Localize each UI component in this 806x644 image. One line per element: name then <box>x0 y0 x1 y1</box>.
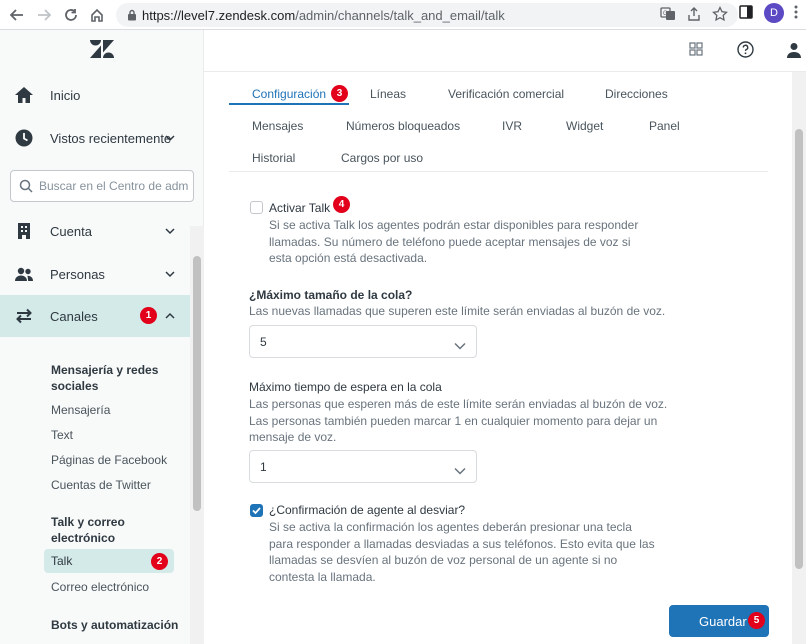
max-queue-select[interactable]: 5 <box>249 325 477 358</box>
max-wait-select[interactable]: 1 <box>249 450 477 483</box>
translate-icon[interactable]: G <box>660 6 676 25</box>
url-text: https://level7.zendesk.com/admin/channel… <box>142 7 505 23</box>
reload-icon[interactable] <box>58 2 84 28</box>
sidebar-item-channels[interactable]: Canales 1 <box>0 295 190 337</box>
tab-lineas[interactable]: Líneas <box>370 87 406 101</box>
tab-mensajes[interactable]: Mensajes <box>252 119 303 133</box>
enable-talk-label: Activar Talk <box>269 201 331 215</box>
people-icon <box>14 264 34 284</box>
step-badge: 5 <box>748 612 765 629</box>
chevron-down-icon <box>164 132 176 147</box>
sidebar-link-messaging[interactable]: Mensajería <box>51 403 110 417</box>
channels-arrows-icon <box>14 306 34 326</box>
sidebar-item-label: Cuenta <box>50 223 92 239</box>
tab-historial[interactable]: Historial <box>252 151 295 165</box>
main-scrollbar[interactable] <box>792 72 806 644</box>
chevron-down-icon <box>454 463 466 478</box>
max-queue-hint: Las nuevas llamadas que superen este lím… <box>249 304 666 318</box>
user-profile-icon[interactable] <box>787 42 801 61</box>
profile-avatar[interactable]: D <box>764 3 784 23</box>
more-options-icon[interactable] <box>794 4 798 23</box>
sidebar-scrollbar[interactable] <box>190 226 204 644</box>
home-icon <box>14 85 34 105</box>
admin-header <box>204 30 806 72</box>
step-badge: 2 <box>151 553 168 570</box>
search-icon <box>19 179 33 193</box>
sidebar-link-facebook[interactable]: Páginas de Facebook <box>51 453 167 467</box>
sidebar-item-label: Inicio <box>50 87 81 103</box>
section-heading-bots: Bots y automatización <box>51 618 179 632</box>
active-tab-indicator <box>229 103 349 105</box>
main-scrollbar-thumb[interactable] <box>795 129 803 569</box>
building-icon <box>14 221 34 241</box>
select-value: 1 <box>260 460 267 474</box>
save-button-label: Guardar <box>699 613 747 629</box>
sidebar-item-label: Vistos recientemente <box>50 130 172 146</box>
section-heading-messaging: Mensajería y redes sociales <box>51 363 159 393</box>
tab-widget[interactable]: Widget <box>566 119 603 133</box>
tab-ivr[interactable]: IVR <box>502 119 522 133</box>
side-panel-icon[interactable] <box>738 4 754 23</box>
step-badge: 3 <box>331 85 348 102</box>
address-bar[interactable]: https://level7.zendesk.com/admin/channel… <box>116 3 738 27</box>
enable-talk-hint: Si se activa Talk los agentes podrán est… <box>269 218 639 265</box>
enable-talk-checkbox[interactable] <box>250 201 263 214</box>
sidebar-scrollbar-thumb[interactable] <box>193 256 201 511</box>
chevron-up-icon <box>164 310 176 325</box>
share-icon[interactable] <box>686 6 702 25</box>
admin-sidebar: Inicio Vistos recientemente Cuenta Perso… <box>0 30 204 644</box>
clock-icon <box>14 128 34 148</box>
max-wait-label: Máximo tiempo de espera en la cola <box>249 380 442 394</box>
step-badge: 1 <box>140 307 157 324</box>
chevron-down-icon <box>454 338 466 353</box>
sidebar-link-label: Talk <box>51 554 73 568</box>
sidebar-link-email[interactable]: Correo electrónico <box>51 580 149 594</box>
back-icon[interactable] <box>4 2 30 28</box>
sidebar-item-home[interactable]: Inicio <box>0 74 190 116</box>
step-badge: 4 <box>333 196 350 213</box>
tab-verificacion-comercial[interactable]: Verificación comercial <box>448 87 564 101</box>
svg-text:G: G <box>663 11 668 17</box>
chevron-down-icon <box>164 225 176 240</box>
sidebar-item-people[interactable]: Personas <box>0 253 190 295</box>
search-input[interactable] <box>39 179 189 193</box>
sidebar-item-recent[interactable]: Vistos recientemente <box>0 117 190 159</box>
tab-configuracion[interactable]: Configuración <box>252 87 326 101</box>
zendesk-logo-icon[interactable] <box>90 40 114 61</box>
tabs-divider <box>229 171 768 172</box>
admin-search[interactable] <box>10 170 194 202</box>
home-browser-icon[interactable] <box>84 2 110 28</box>
select-value: 5 <box>260 335 267 349</box>
lock-icon[interactable] <box>122 9 142 21</box>
max-wait-hint: Las personas que esperen más de este lím… <box>249 397 668 444</box>
browser-toolbar: https://level7.zendesk.com/admin/channel… <box>0 0 806 30</box>
agent-confirm-label: ¿Confirmación de agente al desviar? <box>269 503 466 517</box>
agent-confirm-hint: Si se activa la confirmación los agentes… <box>269 520 655 584</box>
help-icon[interactable] <box>737 41 754 61</box>
sidebar-link-text[interactable]: Text <box>51 428 73 442</box>
tab-panel[interactable]: Panel <box>649 119 680 133</box>
sidebar-link-twitter[interactable]: Cuentas de Twitter <box>51 478 151 492</box>
sidebar-item-label: Canales <box>50 308 98 324</box>
forward-icon[interactable] <box>31 2 57 28</box>
section-heading-talk: Talk y correo electrónico <box>51 515 125 545</box>
chevron-down-icon <box>164 268 176 283</box>
products-grid-icon[interactable] <box>689 42 703 59</box>
tab-numeros-bloqueados[interactable]: Números bloqueados <box>346 119 460 133</box>
agent-confirm-checkbox[interactable] <box>250 504 263 517</box>
sidebar-item-account[interactable]: Cuenta <box>0 210 190 252</box>
sidebar-item-label: Personas <box>50 266 105 282</box>
tab-direcciones[interactable]: Direcciones <box>605 87 668 101</box>
tab-cargos-por-uso[interactable]: Cargos por uso <box>341 151 423 165</box>
bookmark-star-icon[interactable] <box>712 5 728 25</box>
checkmark-icon <box>252 507 261 515</box>
max-queue-label: ¿Máximo tamaño de la cola? <box>249 288 413 302</box>
